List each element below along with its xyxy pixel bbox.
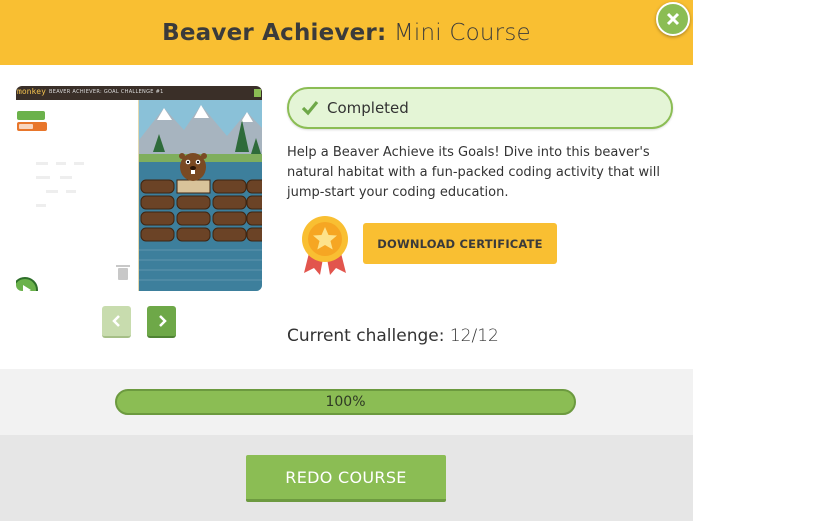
preview-logo: monkey bbox=[17, 87, 46, 96]
course-preview-image: monkey BEAVER ACHIEVER: GOAL CHALLENGE #… bbox=[16, 86, 262, 291]
preview-title: BEAVER ACHIEVER: GOAL CHALLENGE #1 bbox=[49, 89, 164, 95]
preview-play-button bbox=[16, 277, 38, 291]
challenge-label: Current challenge: bbox=[287, 326, 445, 346]
title-course-type: Mini Course bbox=[386, 19, 531, 46]
progress-label: 100% bbox=[325, 394, 366, 410]
preview-code-editor bbox=[16, 100, 139, 291]
preview-game-scene bbox=[139, 100, 262, 291]
current-challenge: Current challenge: 12/12 bbox=[287, 326, 499, 346]
preview-topbar: monkey BEAVER ACHIEVER: GOAL CHALLENGE #… bbox=[16, 86, 262, 100]
chevron-right-icon bbox=[158, 315, 167, 327]
download-certificate-button[interactable]: DOWNLOAD CERTIFICATE bbox=[363, 223, 557, 264]
course-modal: Beaver Achiever: Mini Course monkey BEAV… bbox=[0, 0, 693, 521]
modal-header: Beaver Achiever: Mini Course bbox=[0, 0, 693, 65]
course-progress-bar: 100% bbox=[115, 389, 576, 415]
trash-icon bbox=[116, 265, 130, 280]
previous-image-button[interactable] bbox=[102, 306, 131, 338]
next-image-button[interactable] bbox=[147, 306, 176, 338]
modal-title: Beaver Achiever: Mini Course bbox=[162, 20, 531, 46]
completion-status-badge: Completed bbox=[287, 87, 673, 129]
status-label: Completed bbox=[327, 99, 409, 117]
chevron-left-icon bbox=[111, 315, 120, 327]
challenge-value: 12/12 bbox=[449, 326, 499, 346]
course-description: Help a Beaver Achieve its Goals! Dive in… bbox=[287, 145, 660, 200]
beaver-habitat-illustration bbox=[139, 100, 262, 291]
close-button[interactable] bbox=[656, 2, 690, 36]
title-course-name: Beaver Achiever: bbox=[162, 19, 387, 46]
close-icon bbox=[666, 12, 680, 26]
preview-code-blocks bbox=[17, 111, 130, 280]
redo-course-button[interactable]: REDO COURSE bbox=[246, 455, 446, 502]
medal-icon bbox=[300, 215, 350, 279]
preview-top-button bbox=[254, 89, 261, 97]
check-icon bbox=[301, 100, 319, 116]
play-icon bbox=[23, 285, 31, 291]
